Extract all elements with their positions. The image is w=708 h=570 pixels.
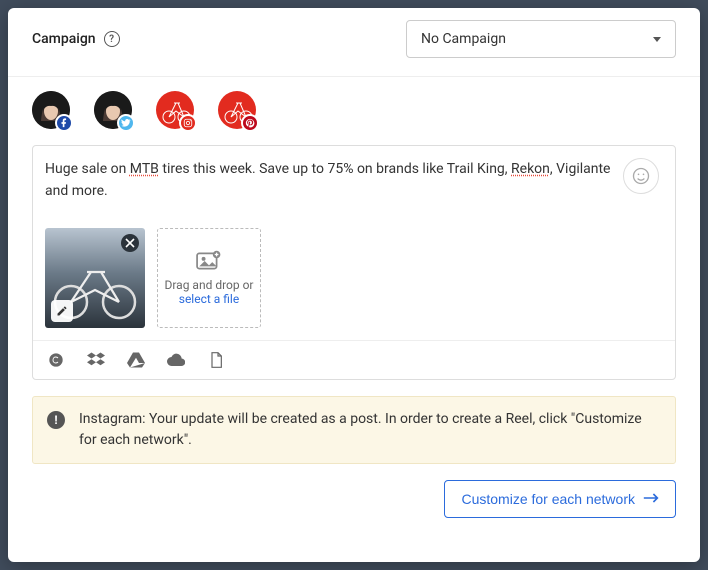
chevron-down-icon — [653, 37, 661, 42]
edit-media-button[interactable] — [51, 300, 73, 322]
info-icon: ! — [47, 411, 65, 429]
remove-media-button[interactable] — [121, 234, 139, 252]
compose-modal: Campaign ? No Campaign — [8, 8, 700, 562]
twitter-icon — [117, 114, 135, 132]
instagram-icon — [179, 114, 197, 132]
campaign-header: Campaign ? No Campaign — [8, 8, 700, 76]
media-row: Drag and drop or select a file — [33, 216, 675, 340]
modal-footer: Customize for each network — [8, 464, 700, 538]
channel-selector — [8, 77, 700, 145]
spellcheck-word: Rekon — [511, 161, 550, 177]
campaign-dropdown[interactable]: No Campaign — [406, 20, 676, 58]
campaign-label: Campaign — [32, 31, 96, 47]
cloud-icon[interactable] — [167, 351, 185, 369]
channel-instagram[interactable] — [156, 91, 194, 129]
campaign-dropdown-value: No Campaign — [421, 31, 506, 47]
arrow-right-icon — [643, 491, 659, 507]
customize-network-label: Customize for each network — [461, 491, 635, 507]
google-drive-icon[interactable] — [127, 351, 145, 369]
instagram-alert: ! Instagram: Your update will be created… — [32, 396, 676, 464]
emoji-button[interactable] — [623, 158, 659, 194]
media-sources — [33, 340, 675, 379]
channel-pinterest[interactable] — [218, 91, 256, 129]
spellcheck-word: MTB — [130, 161, 159, 177]
facebook-icon — [55, 114, 73, 132]
file-icon[interactable] — [207, 351, 225, 369]
image-upload-icon — [196, 250, 222, 272]
channel-twitter[interactable] — [94, 91, 132, 129]
media-thumbnail[interactable] — [45, 228, 145, 328]
pinterest-icon — [241, 114, 259, 132]
composer-textarea[interactable]: Huge sale on MTB tires this week. Save u… — [33, 146, 675, 216]
dropzone-text: Drag and drop or — [164, 278, 253, 292]
canva-icon[interactable] — [47, 351, 65, 369]
media-dropzone[interactable]: Drag and drop or select a file — [157, 228, 261, 328]
channel-facebook[interactable] — [32, 91, 70, 129]
dropzone-link[interactable]: select a file — [164, 292, 253, 306]
customize-network-button[interactable]: Customize for each network — [444, 480, 676, 518]
composer: Huge sale on MTB tires this week. Save u… — [32, 145, 676, 380]
alert-text: Instagram: Your update will be created a… — [79, 409, 661, 451]
help-icon[interactable]: ? — [104, 31, 120, 47]
dropbox-icon[interactable] — [87, 351, 105, 369]
